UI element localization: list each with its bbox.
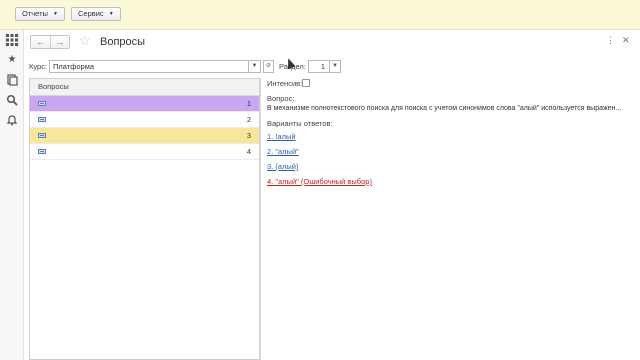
- question-label: Вопрос:: [267, 94, 295, 103]
- more-icon[interactable]: ⋮: [606, 35, 615, 46]
- open-link-icon[interactable]: ⊘: [263, 60, 274, 73]
- chevron-down-icon: ▼: [52, 11, 58, 17]
- close-icon[interactable]: ✕: [622, 35, 630, 46]
- service-menu-button[interactable]: Сервис ▼: [71, 7, 121, 21]
- reports-menu-button[interactable]: Отчеты ▼: [15, 7, 65, 21]
- chevron-down-icon[interactable]: ▼: [248, 60, 261, 73]
- row-number: 3: [246, 131, 251, 140]
- table-header: Вопросы: [30, 79, 259, 96]
- course-field[interactable]: Платформа: [49, 60, 261, 73]
- intensive-checkbox[interactable]: [302, 79, 310, 87]
- history-icon[interactable]: [6, 74, 18, 86]
- search-icon[interactable]: [6, 94, 18, 106]
- answer-option-4[interactable]: 4. "алый" (Ошибочный выбор): [267, 177, 372, 186]
- questions-window: ← → ☆ Вопросы ⋮ ✕ Курс: Платформа ▼ ⊘ Ра…: [24, 30, 640, 360]
- forward-button[interactable]: →: [50, 36, 69, 48]
- back-button[interactable]: ←: [31, 36, 50, 48]
- question-row-icon: [38, 133, 46, 138]
- section-field[interactable]: 1: [308, 60, 330, 73]
- left-sidebar: ★: [0, 30, 24, 360]
- table-row[interactable]: 4: [30, 144, 259, 160]
- answer-option-2[interactable]: 2. "алый": [267, 147, 299, 156]
- table-row[interactable]: 2: [30, 112, 259, 128]
- chevron-down-icon[interactable]: ▼: [329, 60, 341, 73]
- row-number: 2: [246, 115, 251, 124]
- bell-icon[interactable]: [6, 114, 18, 126]
- grid-icon[interactable]: [6, 34, 18, 46]
- star-icon[interactable]: ★: [6, 54, 18, 66]
- top-menu-bar: Отчеты ▼ Сервис ▼: [0, 0, 640, 30]
- answer-option-1[interactable]: 1. !алый: [267, 132, 296, 141]
- question-row-icon: [38, 101, 46, 106]
- row-number: 4: [246, 147, 251, 156]
- table-row[interactable]: 3: [30, 128, 259, 144]
- navigation-buttons: ← →: [30, 35, 70, 49]
- question-text: В механизме полнотекстового поиска для п…: [267, 105, 622, 112]
- course-label: Курс:: [29, 62, 48, 71]
- question-row-icon: [38, 117, 46, 122]
- answer-option-3[interactable]: 3. (алый): [267, 162, 298, 171]
- table-row[interactable]: 1: [30, 96, 259, 112]
- question-row-icon: [38, 149, 46, 154]
- service-menu-label: Сервис: [78, 9, 104, 18]
- reports-menu-label: Отчеты: [22, 9, 48, 18]
- answers-label: Варианты ответов:: [267, 119, 333, 128]
- panel-divider[interactable]: [260, 78, 261, 360]
- intensive-label: Интенсив:: [267, 79, 303, 88]
- favorite-star-icon[interactable]: ☆: [79, 33, 91, 49]
- chevron-down-icon: ▼: [108, 11, 114, 17]
- questions-table: Вопросы 1 2 3 4: [29, 78, 260, 360]
- row-number: 1: [246, 99, 251, 108]
- page-title: Вопросы: [100, 36, 146, 48]
